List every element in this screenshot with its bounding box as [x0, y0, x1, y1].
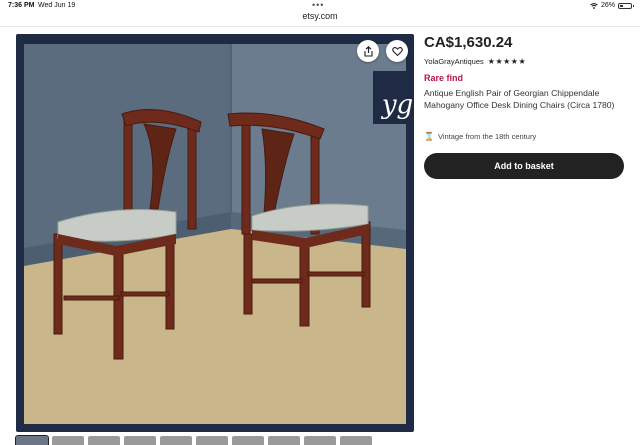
listing-title: Antique English Pair of Georgian Chippen…: [424, 88, 615, 110]
favorite-button[interactable]: [386, 40, 408, 62]
hourglass-icon: ⌛: [424, 132, 434, 141]
thumbnail-2[interactable]: [52, 436, 84, 445]
thumbnail-5[interactable]: [160, 436, 192, 445]
chairs-photo: [24, 44, 406, 424]
thumbnail-7[interactable]: [232, 436, 264, 445]
thumbnail-1[interactable]: [15, 435, 49, 445]
status-right: 26%: [590, 2, 634, 9]
status-date: Wed Jun 19: [38, 2, 76, 9]
share-button[interactable]: [357, 40, 379, 62]
toolbar-divider: [0, 26, 640, 27]
battery-icon: [618, 2, 634, 9]
heart-icon: [391, 46, 403, 56]
vintage-text: Vintage from the 18th century: [437, 132, 537, 141]
rating-stars[interactable]: ★★★★★: [488, 57, 526, 66]
shop-logo: yg: [373, 71, 414, 124]
battery-percent: 26%: [600, 2, 615, 9]
listing-main-image[interactable]: yg: [16, 34, 414, 432]
shop-name-link[interactable]: YolaGrayAntiques: [424, 57, 484, 66]
wifi-icon: [590, 2, 598, 9]
rare-find-badge: Rare find: [424, 73, 464, 83]
thumbnail-3[interactable]: [88, 436, 120, 445]
thumbnail-6[interactable]: [196, 436, 228, 445]
thumbnail-strip: [15, 435, 414, 445]
address-bar[interactable]: etsy.com: [0, 11, 640, 21]
status-time: 7:36 PM: [8, 2, 35, 9]
vintage-note: ⌛ Vintage from the 18th century: [424, 132, 536, 141]
thumbnail-8[interactable]: [268, 436, 300, 445]
add-to-basket-button[interactable]: Add to basket: [424, 153, 624, 179]
thumbnail-4[interactable]: [124, 436, 156, 445]
thumbnail-10[interactable]: [340, 436, 372, 445]
multitask-dots[interactable]: •••: [312, 0, 324, 10]
shop-info: YolaGrayAntiques ★★★★★: [424, 57, 526, 66]
listing-price: CA$1,630.24: [424, 34, 513, 51]
thumbnail-9[interactable]: [304, 436, 336, 445]
share-icon: [363, 45, 373, 57]
